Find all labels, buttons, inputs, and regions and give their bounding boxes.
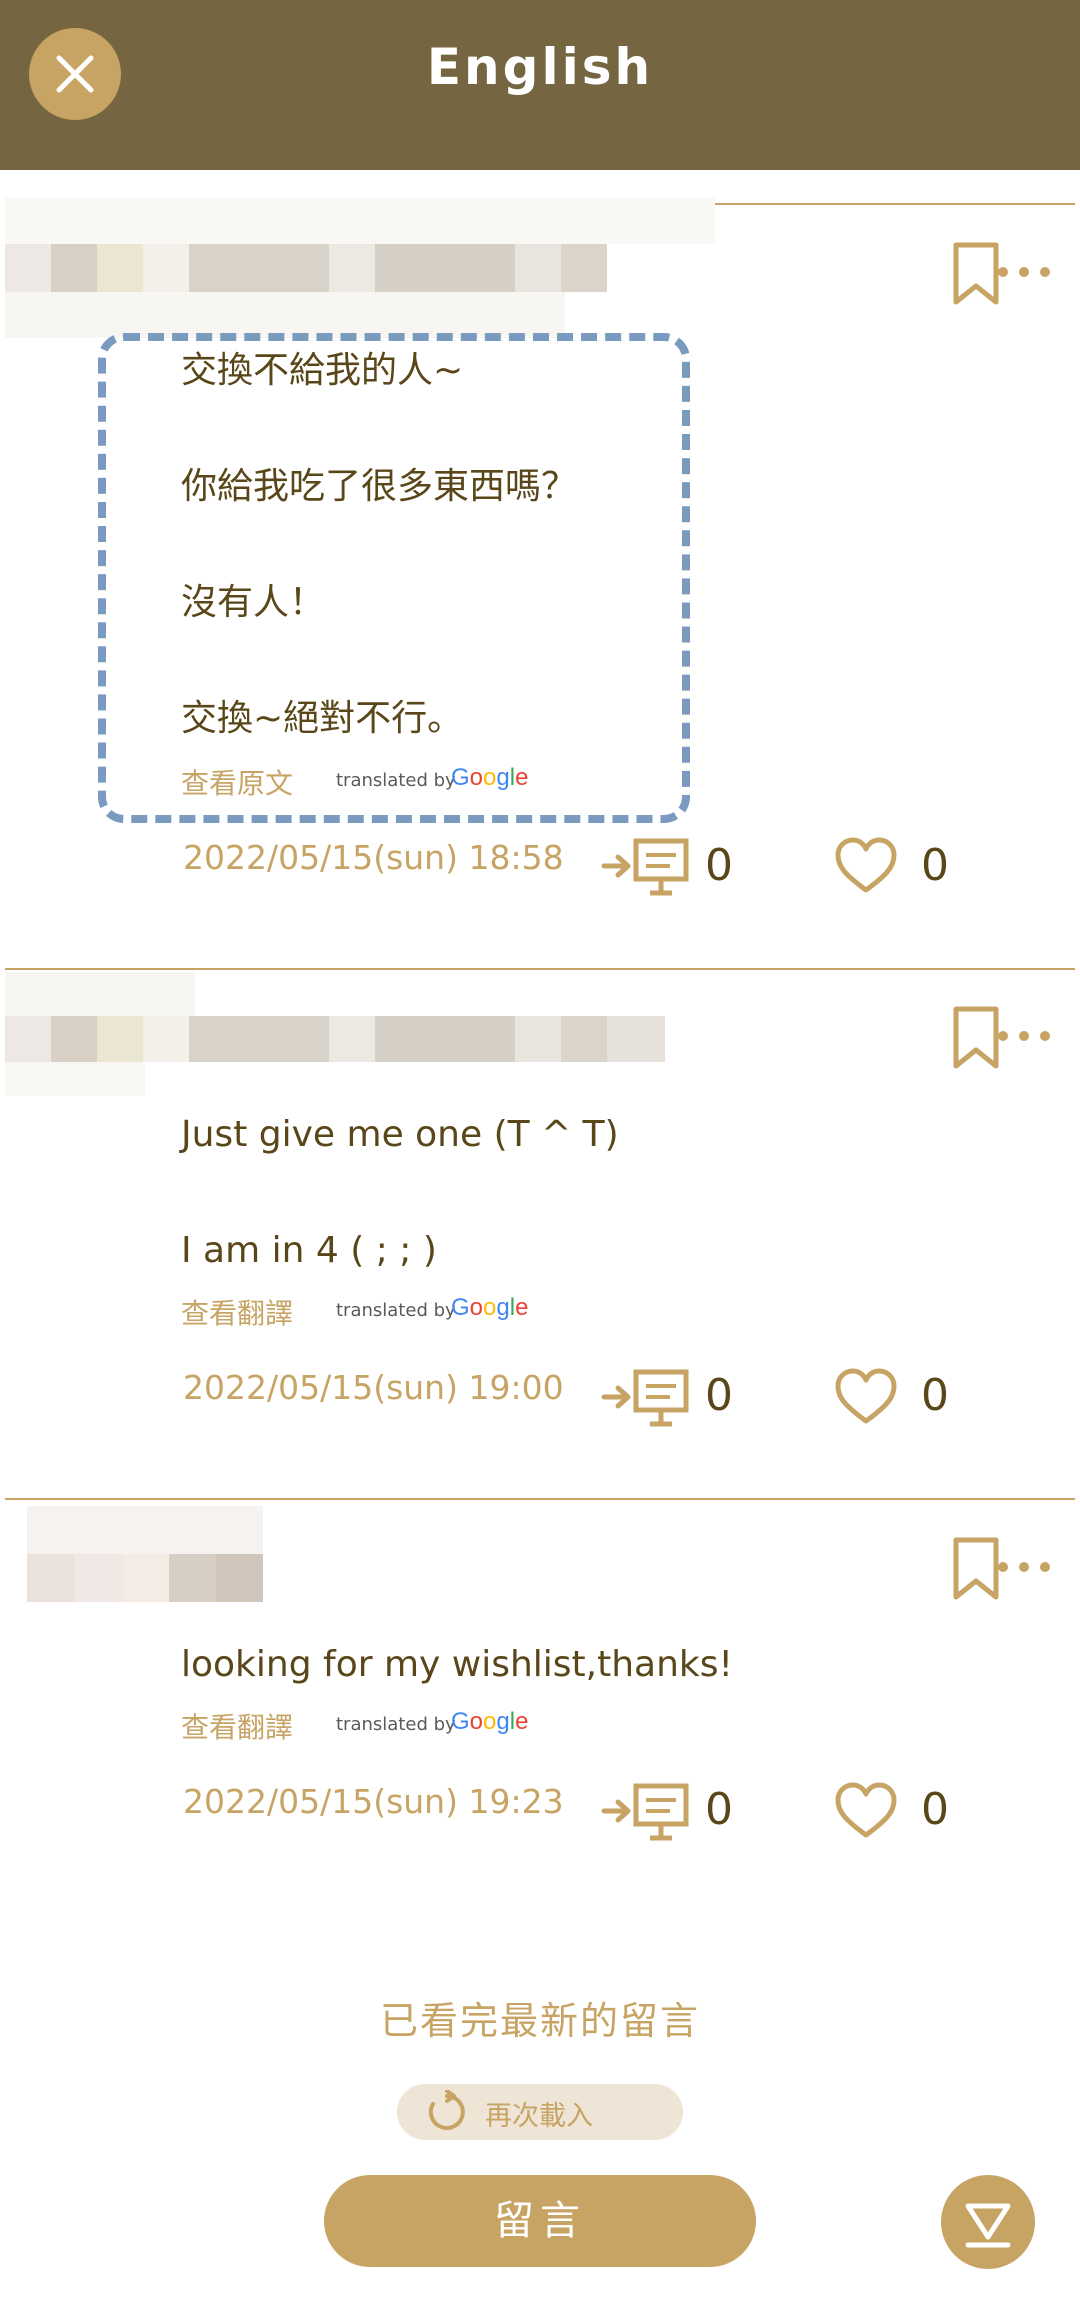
like-count: 0: [921, 840, 949, 891]
post-text: looking for my wishlist,thanks!: [181, 1644, 733, 1685]
like-count: 0: [921, 1370, 949, 1421]
reply-count: 0: [705, 1370, 733, 1421]
translated-by-label: translated by: [336, 1714, 456, 1735]
reply-icon[interactable]: [600, 1366, 692, 1428]
view-translation-link[interactable]: 查看翻譯: [181, 1292, 293, 1332]
google-logo: Google: [451, 1708, 529, 1735]
reload-icon: [428, 2090, 465, 2130]
reload-label: 再次載入: [485, 2101, 593, 2132]
heart-icon[interactable]: [834, 836, 898, 896]
avatar: [5, 198, 715, 338]
page-title: English: [426, 38, 654, 96]
heart-icon[interactable]: [834, 1367, 898, 1427]
post-divider: [5, 1498, 1075, 1500]
post-timestamp: 2022/05/15(sun) 19:00: [183, 1368, 564, 1407]
post-divider: [5, 968, 1075, 970]
end-of-comments-message: 已看完最新的留言: [379, 1999, 700, 2043]
post-text: Just give me one (T ^ T) I am in 4 ( ; ;…: [181, 1114, 619, 1271]
reply-count: 0: [705, 1784, 733, 1835]
more-icon[interactable]: [996, 1560, 1052, 1574]
scroll-down-button[interactable]: [941, 2175, 1035, 2269]
comment-button[interactable]: 留言: [324, 2175, 756, 2267]
reply-icon[interactable]: [600, 835, 692, 897]
header-bar: English: [0, 0, 1080, 170]
reply-icon[interactable]: [600, 1780, 692, 1842]
bookmark-icon[interactable]: [952, 1537, 1000, 1601]
avatar: [5, 972, 665, 1096]
highlight-annotation: [98, 333, 690, 823]
bookmark-icon[interactable]: [952, 1006, 1000, 1070]
like-count: 0: [921, 1784, 949, 1835]
post-timestamp: 2022/05/15(sun) 19:23: [183, 1782, 564, 1821]
heart-icon[interactable]: [834, 1781, 898, 1841]
reply-count: 0: [705, 840, 733, 891]
view-translation-link[interactable]: 查看翻譯: [181, 1706, 293, 1746]
google-logo: Google: [451, 1294, 529, 1321]
reload-button[interactable]: 再次載入: [397, 2084, 683, 2140]
translated-by-label: translated by: [336, 1300, 456, 1321]
post-timestamp: 2022/05/15(sun) 18:58: [183, 838, 564, 877]
more-icon[interactable]: [996, 1029, 1052, 1043]
scroll-down-icon: [965, 2203, 1011, 2248]
more-icon[interactable]: [996, 265, 1052, 279]
avatar: [27, 1506, 263, 1602]
bookmark-icon[interactable]: [952, 242, 1000, 306]
